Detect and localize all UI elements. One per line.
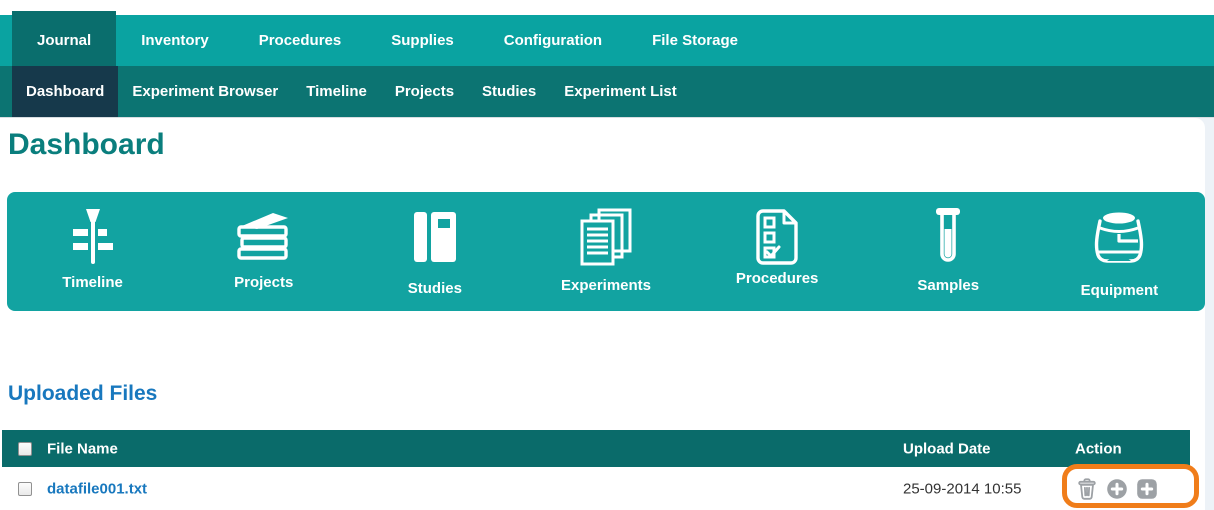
add-circle-icon[interactable]	[1106, 478, 1128, 500]
uploaded-files-table-header: File Name Upload Date Action	[2, 430, 1190, 467]
nav-procedures[interactable]: Procedures	[234, 15, 367, 66]
quick-link-experiments[interactable]: Experiments	[520, 192, 691, 311]
nav-configuration[interactable]: Configuration	[479, 15, 627, 66]
file-link[interactable]: datafile001.txt	[47, 480, 147, 497]
quick-link-equipment[interactable]: Equipment	[1034, 192, 1205, 311]
nav-supplies[interactable]: Supplies	[366, 15, 479, 66]
quick-link-label: Equipment	[1081, 282, 1159, 299]
quick-link-timeline[interactable]: Timeline	[7, 192, 178, 311]
subnav-experiment-list[interactable]: Experiment List	[550, 66, 691, 117]
content-panel: Dashboard Timeline	[0, 118, 1205, 510]
uploaded-files-heading: Uploaded Files	[8, 382, 157, 406]
row-checkbox[interactable]	[18, 482, 32, 496]
quick-link-samples[interactable]: Samples	[863, 192, 1034, 311]
select-all-checkbox[interactable]	[18, 442, 32, 456]
subnav-timeline[interactable]: Timeline	[292, 66, 381, 117]
quick-link-studies[interactable]: Studies	[349, 192, 520, 311]
checklist-document-icon	[755, 204, 799, 270]
test-tube-icon	[934, 204, 962, 270]
column-header-action: Action	[1075, 440, 1122, 457]
primary-nav: Journal Inventory Procedures Supplies Co…	[0, 15, 1214, 66]
quick-link-label: Procedures	[736, 270, 819, 287]
secondary-nav: Dashboard Experiment Browser Timeline Pr…	[0, 66, 1214, 118]
column-header-file-name: File Name	[47, 440, 118, 457]
quick-link-label: Timeline	[62, 274, 123, 291]
upload-date-value: 25-09-2014 10:55	[903, 480, 1021, 497]
page-title: Dashboard	[8, 128, 165, 162]
quick-link-procedures[interactable]: Procedures	[692, 192, 863, 311]
timeline-icon	[70, 204, 116, 270]
subnav-dashboard[interactable]: Dashboard	[12, 66, 118, 117]
quick-link-label: Studies	[408, 280, 462, 297]
quick-link-projects[interactable]: Projects	[178, 192, 349, 311]
quick-link-label: Samples	[917, 277, 979, 294]
documents-stack-icon	[577, 204, 635, 270]
nav-journal[interactable]: Journal	[12, 11, 116, 66]
instrument-icon	[1087, 204, 1151, 270]
quick-access-banner: Timeline Projects	[7, 192, 1205, 311]
subnav-studies[interactable]: Studies	[468, 66, 550, 117]
notebooks-icon	[413, 204, 457, 270]
quick-link-label: Projects	[234, 274, 293, 291]
nav-inventory[interactable]: Inventory	[116, 15, 234, 66]
subnav-projects[interactable]: Projects	[381, 66, 468, 117]
trash-icon[interactable]	[1076, 478, 1098, 500]
app-window: Journal Inventory Procedures Supplies Co…	[0, 0, 1214, 510]
column-header-upload-date: Upload Date	[903, 440, 991, 457]
quick-link-label: Experiments	[561, 277, 651, 294]
row-actions	[1076, 478, 1158, 500]
subnav-experiment-browser[interactable]: Experiment Browser	[118, 66, 292, 117]
add-square-icon[interactable]	[1136, 478, 1158, 500]
nav-file-storage[interactable]: File Storage	[627, 15, 763, 66]
table-row: datafile001.txt 25-09-2014 10:55	[2, 467, 1190, 510]
books-stack-icon	[233, 204, 295, 270]
